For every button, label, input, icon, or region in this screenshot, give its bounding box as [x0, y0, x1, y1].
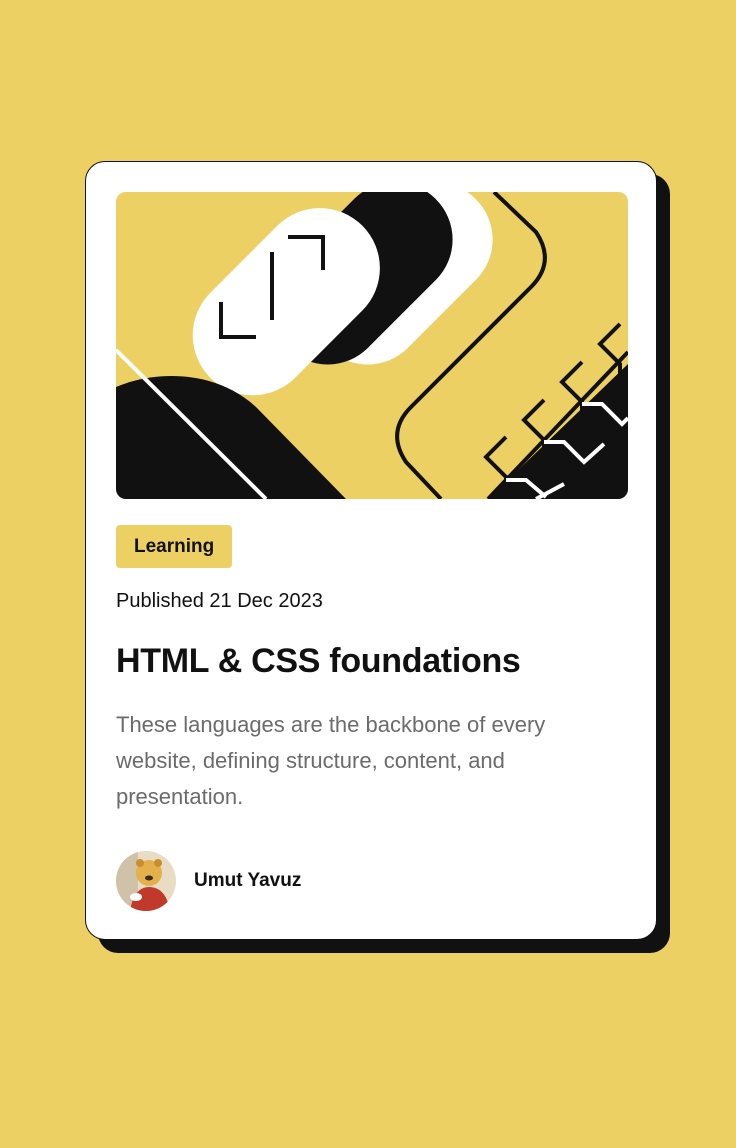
category-badge[interactable]: Learning: [116, 525, 233, 568]
author-name[interactable]: Umut Yavuz: [194, 870, 301, 892]
article-title[interactable]: HTML & CSS foundations: [116, 642, 521, 681]
author-info: Umut Yavuz: [116, 851, 301, 911]
article-description: These languages are the backbone of ever…: [116, 712, 546, 809]
card-illustration: [116, 192, 628, 499]
avatar-portrait-icon: [116, 851, 176, 911]
abstract-illustration-icon: [116, 192, 628, 499]
blog-preview-card: Learning Published 21 Dec 2023 HTML & CS…: [85, 161, 657, 940]
avatar: [116, 851, 176, 911]
published-date: Published 21 Dec 2023: [116, 590, 323, 612]
page: { "card": { "category": "Learning", "pub…: [0, 0, 736, 1148]
